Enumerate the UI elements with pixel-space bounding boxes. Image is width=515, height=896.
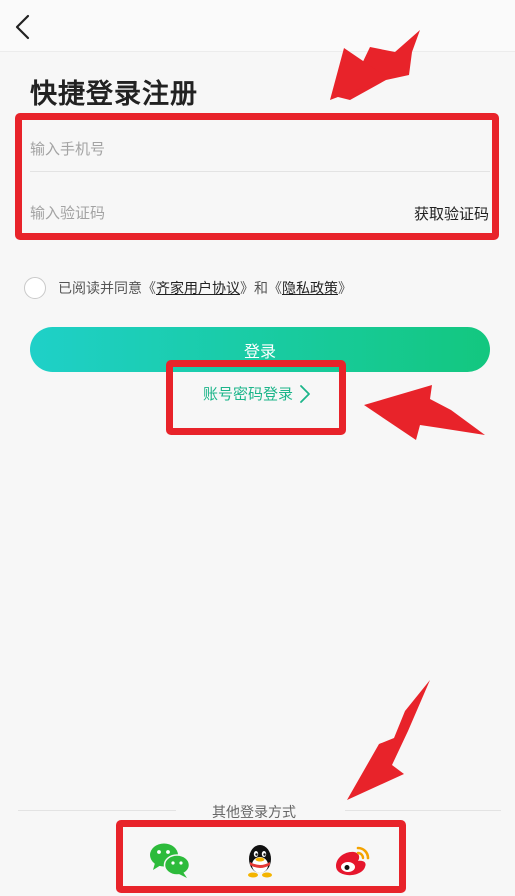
chevron-right-icon <box>300 384 310 403</box>
agreement-prefix: 已阅读并同意《 <box>58 281 156 297</box>
agreement-row: 已阅读并同意《齐家用户协议》和《隐私政策》 <box>24 276 352 300</box>
user-agreement-link[interactable]: 齐家用户协议 <box>156 281 240 297</box>
login-button[interactable]: 登录 <box>30 327 490 372</box>
verification-code-input[interactable] <box>30 200 330 226</box>
qq-icon[interactable] <box>238 840 282 880</box>
agreement-text: 已阅读并同意《齐家用户协议》和《隐私政策》 <box>58 278 352 298</box>
get-code-button[interactable]: 获取验证码 <box>414 203 489 224</box>
privacy-policy-link[interactable]: 隐私政策 <box>282 281 338 297</box>
weibo-icon[interactable] <box>330 840 374 880</box>
red-arrow-icon <box>330 30 485 800</box>
top-bar <box>0 0 515 52</box>
back-icon[interactable] <box>8 10 38 44</box>
agreement-suffix: 》 <box>338 281 352 297</box>
account-login-label: 账号密码登录 <box>203 385 294 403</box>
other-login-label: 其他登录方式 <box>212 805 296 821</box>
account-password-login-link[interactable]: 账号密码登录 <box>203 383 311 404</box>
wechat-icon[interactable] <box>148 840 192 880</box>
page-title: 快捷登录注册 <box>30 79 198 110</box>
divider <box>18 810 176 811</box>
agreement-middle: 》和《 <box>240 281 282 297</box>
divider <box>30 171 490 172</box>
divider <box>345 810 501 811</box>
agree-checkbox[interactable] <box>24 277 46 299</box>
phone-input[interactable] <box>30 136 490 162</box>
